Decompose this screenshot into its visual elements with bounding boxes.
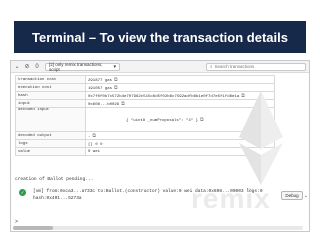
scrollbar-thumb[interactable] (13, 226, 53, 230)
chevron-down-icon: ▾ (113, 63, 116, 70)
copy-icon[interactable]: ⧉ (114, 85, 118, 91)
log-hash: hash:0x491...5273a (33, 196, 82, 201)
copy-icon[interactable]: ⧉ (121, 101, 125, 107)
transaction-log-entry[interactable]: ✓ [vm] from:0xca3...a733c to:Ballot.(con… (15, 189, 305, 207)
pending-count: 0 (35, 63, 39, 70)
ethereum-logo-icon (239, 91, 283, 185)
search-placeholder: Search transactions (214, 64, 255, 69)
row-key: decoded input (15, 107, 86, 132)
row-key: input (15, 99, 86, 108)
check-icon: ✓ (19, 189, 26, 196)
row-key: logs (15, 139, 86, 148)
row-key: execution cost (15, 83, 86, 92)
terminal-prompt[interactable]: > (15, 219, 18, 225)
chevron-down-icon[interactable]: ⌄ (13, 63, 21, 71)
row-key: value (15, 147, 86, 156)
row-value: 291877 gas ⧉ (85, 75, 275, 84)
scope-label: [2] only remix transactions, script (49, 61, 103, 72)
log-pending-message: creation of Ballot pending... (15, 177, 94, 182)
terminal-toolbar: ⌄ ⊘ 0 [2] only remix transactions, scrip… (11, 61, 309, 73)
clear-icon[interactable]: ⊘ (23, 63, 31, 71)
copy-icon[interactable]: ⧉ (114, 77, 118, 83)
debug-button[interactable]: Debug (281, 191, 303, 200)
terminal-panel: ⌄ ⊘ 0 [2] only remix transactions, scrip… (10, 60, 310, 232)
row-key: hash (15, 91, 86, 100)
search-icon: ⌕ (210, 64, 213, 69)
row-key: decoded output (15, 131, 86, 140)
transaction-scope-select[interactable]: [2] only remix transactions, script ▾ (45, 61, 120, 72)
row-key: transaction cost (15, 75, 86, 84)
chevron-down-icon[interactable]: ⌄ (304, 193, 308, 199)
search-transactions-input[interactable]: ⌕ Search transactions (206, 62, 306, 71)
copy-icon[interactable]: ⧉ (92, 133, 96, 139)
copy-icon[interactable]: ⧉ (200, 117, 204, 123)
table-row: transaction cost 291877 gas ⧉ (15, 75, 275, 84)
horizontal-scrollbar[interactable] (13, 226, 303, 230)
slide-title: Terminal – To view the transaction detai… (14, 21, 306, 53)
log-summary: [vm] from:0xca3...a733c to:Ballot.(const… (33, 189, 263, 194)
